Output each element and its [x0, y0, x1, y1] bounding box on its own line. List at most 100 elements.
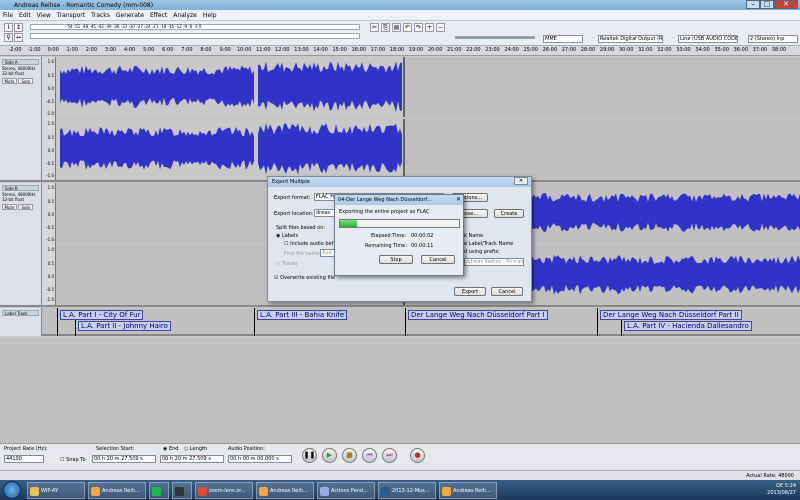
taskbar-item[interactable]: [149, 481, 169, 499]
end-radio[interactable]: ◉ End: [163, 446, 178, 452]
waveform-right[interactable]: [56, 119, 800, 179]
ruler-tick: 16:00: [351, 47, 367, 53]
menu-help[interactable]: Help: [203, 12, 217, 19]
paste-icon[interactable]: ▤: [392, 23, 401, 32]
channels-select[interactable]: 2 (Stereo) Inp: [748, 35, 798, 43]
zoom-out-icon[interactable]: −: [436, 23, 445, 32]
taskbar-item[interactable]: 2013-12-Mus...: [378, 481, 436, 499]
cancel-button[interactable]: Cancel: [491, 287, 523, 296]
menu-view[interactable]: View: [37, 12, 51, 19]
timeline-ruler[interactable]: -2:00 -1:00 0:00 1:00 2:00 3:00 4:00 5:00 6:00 7:…: [0, 46, 800, 56]
cut-icon[interactable]: ✂: [370, 23, 379, 32]
host-select[interactable]: MME: [543, 35, 583, 43]
taskbar-item[interactable]: Actions Pend...: [317, 481, 375, 499]
track-name[interactable]: Side A: [2, 59, 39, 65]
snap-to-checkbox[interactable]: ☐ Snap To: [60, 457, 86, 463]
labels-radio[interactable]: ◉ Labels: [276, 233, 298, 239]
clock-time[interactable]: 5:24: [785, 483, 796, 489]
audio-position-field[interactable]: 00 h 00 m 00.000 s: [228, 455, 292, 463]
overwrite-checkbox[interactable]: ☑ Overwrite existing file: [274, 275, 335, 281]
menu-analyze[interactable]: Analyze: [173, 12, 197, 19]
selection-tool-icon[interactable]: I: [4, 23, 13, 32]
close-button[interactable]: ✕: [774, 0, 798, 9]
label-item[interactable]: L.A. Part I - City Of Fur: [60, 310, 144, 320]
close-icon[interactable]: ✕: [456, 195, 461, 205]
menu-tracks[interactable]: Tracks: [91, 12, 110, 19]
menu-transport[interactable]: Transport: [57, 12, 85, 19]
zoom-in-icon[interactable]: +: [425, 23, 434, 32]
undo-icon[interactable]: ↶: [403, 23, 412, 32]
zoom-tool-icon[interactable]: ⚲: [4, 33, 13, 42]
label-track-name-radio[interactable]: e Label/Track Name: [464, 241, 513, 247]
pause-button[interactable]: ❚❚: [302, 448, 317, 463]
taskbar-item[interactable]: Andreas Reih...: [439, 481, 497, 499]
length-radio[interactable]: ○ Length: [184, 446, 207, 452]
minimize-button[interactable]: –: [746, 0, 760, 9]
create-button[interactable]: Create: [494, 209, 524, 218]
redo-icon[interactable]: ↷: [414, 23, 423, 32]
label-marker: [621, 320, 622, 336]
input-device-select[interactable]: Line (USB AUDIO CODE): [678, 35, 738, 43]
waveform-left[interactable]: [56, 57, 800, 117]
close-icon[interactable]: ✕: [514, 177, 528, 185]
clock-date[interactable]: 2013/08/27: [767, 490, 796, 496]
play-button[interactable]: ▶: [322, 448, 337, 463]
ruler-tick: 24:00: [504, 47, 519, 53]
empty-track-area[interactable]: [0, 338, 800, 443]
toolbar: I ↕ ⚲ ↔ -54 -51 -48 -45 -42 -39 -36 -33 …: [0, 21, 800, 46]
ruler-tick: 1:00: [66, 47, 78, 53]
project-rate-select[interactable]: 44100: [4, 455, 44, 463]
app-icon: [381, 486, 390, 496]
label-item[interactable]: L.A. Part IV - Hacienda Dallesandro: [624, 321, 752, 331]
label-item[interactable]: L.A. Part II - Johnny Hairo: [78, 321, 171, 331]
solo-button[interactable]: Solo: [18, 204, 34, 210]
menu-edit[interactable]: Edit: [19, 12, 31, 19]
menu-generate[interactable]: Generate: [116, 12, 144, 19]
app-icon: [442, 486, 451, 496]
taskbar-item[interactable]: WIP-AY: [27, 481, 85, 499]
amplitude-scale: 1.0 0.5 0.0 -0.5 -1.0 1.0 0.5 0.0 -0.5 -…: [42, 57, 56, 180]
include-audio-checkbox[interactable]: ☐ Include audio bef: [284, 241, 333, 247]
menu-file[interactable]: File: [3, 12, 13, 19]
skip-end-button[interactable]: ⏭: [382, 448, 397, 463]
progress-cancel-button[interactable]: Cancel: [421, 255, 455, 264]
selection-end-field[interactable]: 00 h 20 m 27.509 s: [160, 455, 224, 463]
taskbar-item[interactable]: Andreas Reih...: [88, 481, 146, 499]
selection-start-field[interactable]: 00 h 20 m 27.509 s: [92, 455, 156, 463]
label-track[interactable]: Label Track L.A. Part I - City Of Fur L.…: [0, 308, 800, 336]
ruler-tick: 7:00: [181, 47, 193, 53]
label-item[interactable]: Der Lange Weg Nach Düsseldorf Part I: [408, 310, 548, 320]
audio-track-side-a[interactable]: Side A Stereo, 48000Hz 32-bit float Mute…: [0, 57, 800, 182]
export-button[interactable]: Export: [454, 287, 486, 296]
menu-effect[interactable]: Effect: [150, 12, 167, 19]
stop-transport-button[interactable]: ■: [342, 448, 357, 463]
label-item[interactable]: Der Lange Weg Nach Düsseldorf Part II: [600, 310, 742, 320]
taskbar-item[interactable]: Andreas Reih...: [256, 481, 314, 499]
solo-button[interactable]: Solo: [18, 78, 34, 84]
record-button[interactable]: ●: [410, 448, 425, 463]
envelope-tool-icon[interactable]: ↕: [14, 23, 23, 32]
mute-button[interactable]: Mute: [2, 78, 17, 84]
volume-slider[interactable]: [455, 36, 535, 39]
mute-button[interactable]: Mute: [2, 204, 17, 210]
number-prefix-radio[interactable]: d using prefix:: [464, 249, 500, 255]
timeshift-tool-icon[interactable]: ↔: [14, 33, 23, 42]
taskbar-item[interactable]: [172, 481, 192, 499]
prefix-input[interactable]: ndreas Reihse - Roman: [464, 258, 524, 266]
track-name[interactable]: Side B: [2, 185, 39, 191]
ruler-tick: 22:00: [466, 47, 481, 53]
language-indicator[interactable]: DE: [776, 483, 783, 489]
stop-button[interactable]: Stop: [379, 255, 413, 264]
taskbar-item[interactable]: zoom-lens.or...: [195, 481, 253, 499]
maximize-button[interactable]: □: [760, 0, 774, 9]
copy-icon[interactable]: ⎘: [381, 23, 390, 32]
record-meter[interactable]: [30, 33, 360, 39]
tracks-radio[interactable]: ○ Tracks: [276, 261, 298, 267]
ruler-tick: 18:00: [389, 47, 405, 53]
ruler-tick: 21:00: [447, 47, 462, 53]
label-track-name[interactable]: Label Track: [2, 310, 39, 316]
label-item[interactable]: L.A. Part III - Bahia Knife: [257, 310, 348, 320]
output-device-select[interactable]: Realtek Digital Output (R: [598, 35, 663, 43]
start-button[interactable]: [3, 481, 21, 499]
skip-start-button[interactable]: ⏮: [362, 448, 377, 463]
